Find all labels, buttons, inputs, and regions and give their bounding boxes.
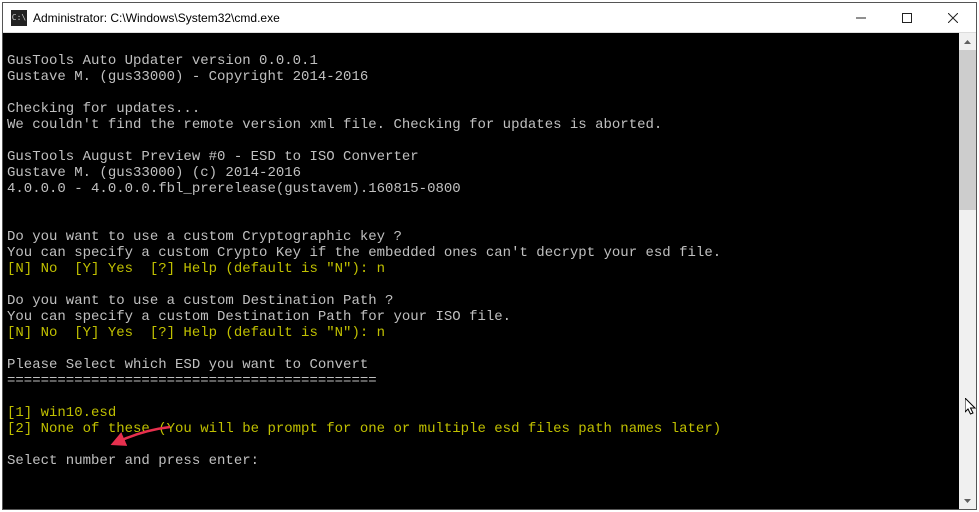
console-line: ========================================…: [7, 373, 955, 389]
scrollbar-thumb[interactable]: [959, 50, 976, 210]
console-line: You can specify a custom Destination Pat…: [7, 309, 955, 325]
titlebar[interactable]: C:\ Administrator: C:\Windows\System32\c…: [3, 3, 976, 33]
console-line: [N] No [Y] Yes [?] Help (default is "N")…: [7, 325, 955, 341]
console-line: [7, 213, 955, 229]
console-line: Please Select which ESD you want to Conv…: [7, 357, 955, 373]
console-line: [7, 37, 955, 53]
vertical-scrollbar[interactable]: [959, 33, 976, 509]
minimize-button[interactable]: [838, 3, 884, 32]
console-line: [7, 277, 955, 293]
console-line: [2] None of these (You will be prompt fo…: [7, 421, 955, 437]
console-line: [7, 389, 955, 405]
app-icon: C:\: [11, 10, 27, 26]
console-line: [1] win10.esd: [7, 405, 955, 421]
console-area: GusTools Auto Updater version 0.0.0.1Gus…: [3, 33, 976, 509]
console-line: [7, 85, 955, 101]
console-line: Do you want to use a custom Cryptographi…: [7, 229, 955, 245]
console-output[interactable]: GusTools Auto Updater version 0.0.0.1Gus…: [3, 33, 959, 509]
console-line: Select number and press enter:: [7, 453, 955, 469]
maximize-button[interactable]: [884, 3, 930, 32]
console-line: [7, 437, 955, 453]
console-line: Gustave M. (gus33000) - Copyright 2014-2…: [7, 69, 955, 85]
console-line: Do you want to use a custom Destination …: [7, 293, 955, 309]
console-line: We couldn't find the remote version xml …: [7, 117, 955, 133]
console-line: [7, 133, 955, 149]
console-line: You can specify a custom Crypto Key if t…: [7, 245, 955, 261]
console-line: [7, 197, 955, 213]
console-line: 4.0.0.0 - 4.0.0.0.fbl_prerelease(gustave…: [7, 181, 955, 197]
scroll-down-button[interactable]: [959, 492, 976, 509]
command-prompt-window: C:\ Administrator: C:\Windows\System32\c…: [2, 2, 977, 510]
console-line: Gustave M. (gus33000) (c) 2014-2016: [7, 165, 955, 181]
console-line: [7, 341, 955, 357]
console-line: [N] No [Y] Yes [?] Help (default is "N")…: [7, 261, 955, 277]
console-line: GusTools Auto Updater version 0.0.0.1: [7, 53, 955, 69]
close-button[interactable]: [930, 3, 976, 32]
scroll-up-button[interactable]: [959, 33, 976, 50]
window-title: Administrator: C:\Windows\System32\cmd.e…: [33, 11, 838, 25]
window-controls: [838, 3, 976, 32]
console-line: Checking for updates...: [7, 101, 955, 117]
console-line: GusTools August Preview #0 - ESD to ISO …: [7, 149, 955, 165]
